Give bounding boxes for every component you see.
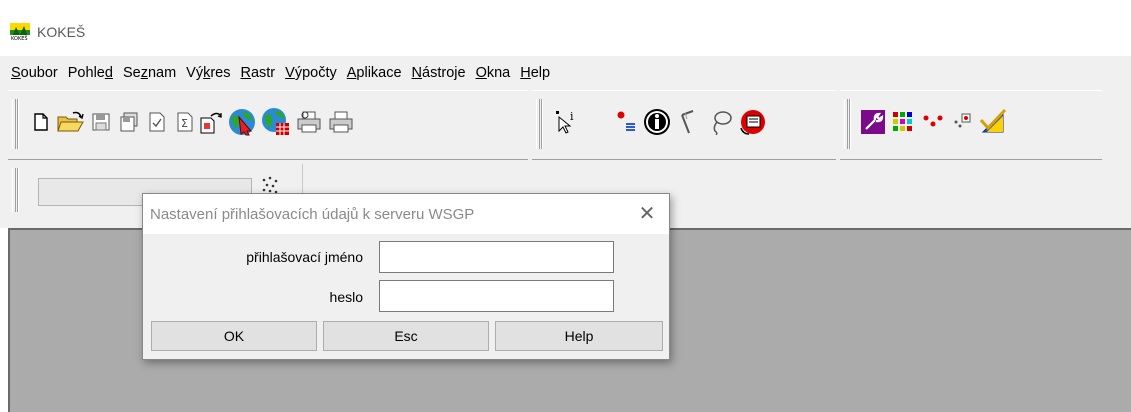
menu-item-text: oubor — [20, 65, 58, 81]
menu-item-text: astr — [250, 65, 276, 81]
menu-item-accelerator: O — [475, 65, 487, 81]
username-input[interactable] — [379, 241, 614, 273]
title-bar: KOKEŠ KOKEŠ — [0, 0, 1131, 56]
check-document-icon[interactable] — [144, 107, 170, 137]
toolbar-grip[interactable] — [12, 168, 19, 212]
menu-item-text: plikace — [356, 65, 402, 81]
menu-bar: Soubor Pohled Seznam Výkres Rastr Výpočty Apli… — [0, 56, 1131, 90]
info-icon[interactable] — [642, 107, 672, 137]
menu-item-text: ýpočty — [294, 65, 337, 81]
login-dialog: Nastavení přihlašovacích údajů k serveru… — [142, 193, 670, 360]
password-label: heslo — [329, 289, 363, 305]
toolbar-tools: i — [532, 90, 836, 160]
toolbar-grip[interactable] — [844, 99, 851, 149]
menu-item-text: Se — [122, 65, 141, 81]
window-title: KOKEŠ — [37, 24, 86, 40]
sum-document-icon[interactable]: Σ — [172, 107, 198, 137]
menu-item-accelerator: H — [520, 65, 531, 81]
menu-item-text: res — [210, 65, 231, 81]
menu-item[interactable]: Soubor — [11, 65, 58, 81]
point-list-icon[interactable] — [614, 107, 640, 137]
ok-button[interactable]: OK — [151, 321, 317, 351]
toolbar-grip[interactable] — [12, 99, 19, 149]
menu-item-accelerator: R — [240, 65, 251, 81]
settings-wrench-icon[interactable] — [860, 107, 886, 137]
svg-text:KOKEŠ: KOKEŠ — [11, 35, 28, 41]
print-preview-icon[interactable] — [294, 107, 324, 137]
menu-item-text: elp — [530, 65, 551, 81]
help-button[interactable]: Help — [495, 321, 663, 351]
check-triangle-icon[interactable] — [978, 107, 1008, 137]
menu-item[interactable]: Help — [520, 65, 550, 81]
save-disk-icon[interactable] — [88, 107, 114, 137]
menu-item[interactable]: Okna — [476, 65, 511, 81]
menu-item-text: nam — [147, 65, 177, 81]
toolbar-file: Σ — [8, 90, 528, 160]
menu-item-accelerator: N — [411, 65, 423, 81]
menu-item-accelerator: z — [140, 65, 148, 81]
dialog-title: Nastavení přihlašovacích údajů k serveru… — [150, 206, 475, 223]
svg-text:i: i — [570, 110, 574, 123]
menu-item-accelerator: d — [104, 65, 113, 81]
menu-item-text: Pohle — [67, 65, 105, 81]
dialog-title-bar[interactable]: Nastavení přihlašovacích údajů k serveru… — [143, 194, 669, 234]
globe-arrow-icon[interactable] — [226, 107, 258, 137]
select-info-cursor-icon[interactable]: i — [554, 107, 580, 137]
points-frame-icon[interactable] — [950, 107, 976, 137]
svg-text:Σ: Σ — [181, 117, 188, 130]
printer-icon[interactable] — [326, 107, 356, 137]
menu-item-text: Vý — [186, 65, 204, 81]
color-grid-icon[interactable] — [890, 107, 916, 137]
menu-item-accelerator: V — [285, 65, 295, 81]
open-folder-icon[interactable] — [56, 107, 86, 137]
menu-item-text: ástroje — [422, 65, 466, 81]
toolbar-apps — [840, 90, 1102, 160]
password-input[interactable] — [379, 280, 614, 312]
export-document-icon[interactable] — [198, 107, 224, 137]
close-icon[interactable]: ✕ — [637, 204, 657, 224]
menu-item-accelerator: S — [11, 65, 21, 81]
points-red-icon[interactable] — [920, 107, 946, 137]
measure-angle-icon[interactable] — [678, 107, 704, 137]
menu-item[interactable]: Nástroje — [412, 65, 466, 81]
menu-item-text: kna — [486, 65, 511, 81]
menu-item[interactable]: Výpočty — [285, 65, 337, 81]
layer-refresh-icon[interactable] — [738, 107, 768, 137]
menu-item[interactable]: Rastr — [240, 65, 275, 81]
menu-item[interactable]: Pohled — [68, 65, 113, 81]
kokes-app-icon: KOKEŠ — [10, 23, 30, 42]
menu-item[interactable]: Seznam — [123, 65, 176, 81]
menu-item-accelerator: A — [346, 65, 357, 81]
new-document-icon[interactable] — [28, 107, 54, 137]
save-all-icon[interactable] — [116, 107, 142, 137]
toolbar-grip[interactable] — [536, 99, 543, 149]
globe-grid-icon[interactable] — [260, 107, 292, 137]
esc-button[interactable]: Esc — [323, 321, 489, 351]
username-label: přihlašovací jméno — [246, 249, 363, 265]
menu-item[interactable]: Výkres — [186, 65, 230, 81]
menu-item[interactable]: Aplikace — [347, 65, 402, 81]
lasso-icon[interactable] — [708, 107, 734, 137]
